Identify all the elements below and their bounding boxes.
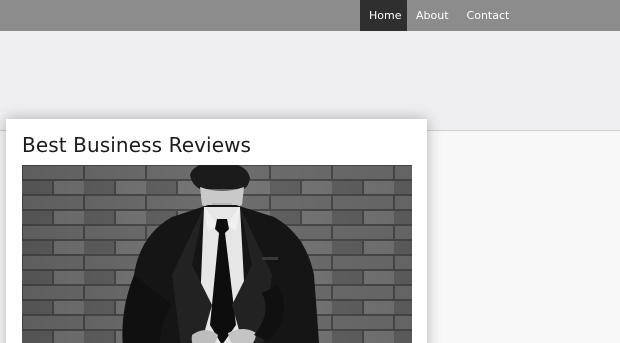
nav-item-about[interactable]: About — [407, 0, 458, 31]
top-navbar: Home About Contact — [0, 0, 620, 31]
post-image[interactable] — [22, 165, 412, 343]
hero-band — [0, 31, 620, 131]
post-card: Best Business Reviews — [6, 119, 427, 343]
nav-item-home[interactable]: Home — [360, 0, 407, 31]
post-title[interactable]: Best Business Reviews — [22, 133, 251, 157]
businessman-photo — [22, 165, 412, 343]
nav-item-contact[interactable]: Contact — [458, 0, 519, 31]
main-nav: Home About Contact — [360, 0, 518, 31]
page: Home About Contact Best Business Reviews — [0, 0, 620, 343]
